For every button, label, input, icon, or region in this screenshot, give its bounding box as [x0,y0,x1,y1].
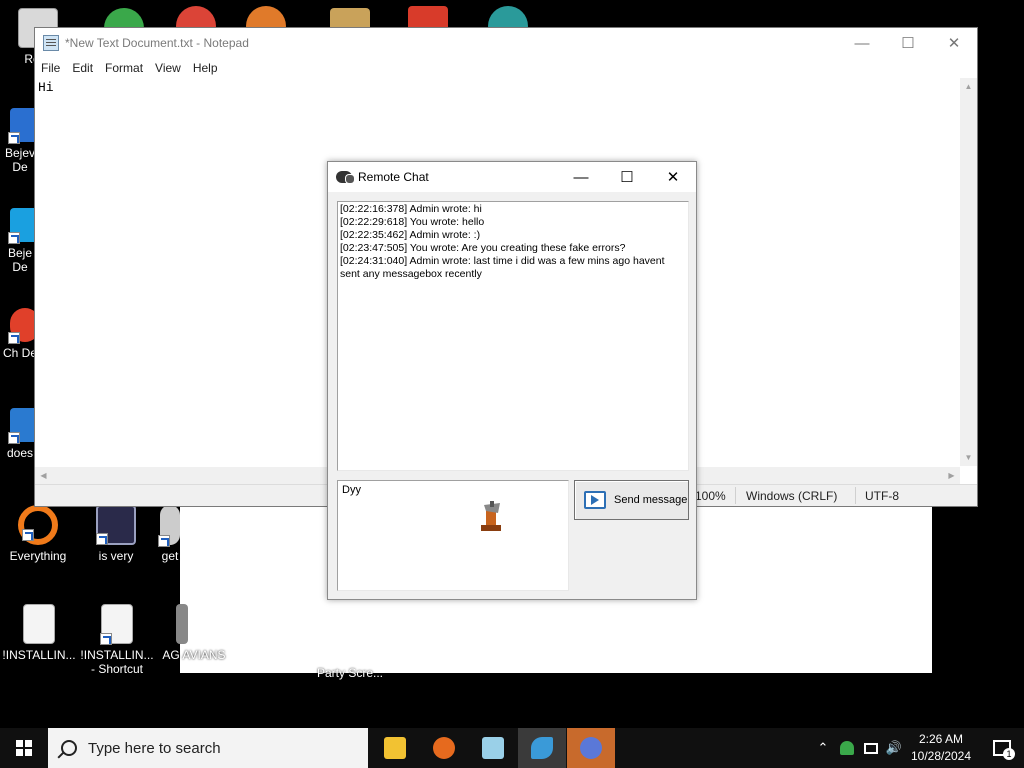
chat-message: [02:22:35:462] Admin wrote: :) [340,229,481,241]
desktop-icon-avians[interactable]: AG AVIANS [156,604,232,662]
network-icon [864,742,878,754]
chat-log[interactable]: [02:22:16:378] Admin wrote: hi [02:22:29… [337,201,689,471]
desktop-icon-label: Party Scre... [316,666,384,680]
tray-network-button[interactable] [860,728,882,768]
desktop-icon-label: !INSTALLIN... - Shortcut [80,648,154,676]
scroll-left-icon[interactable]: ◀ [35,467,52,484]
desktop-icon-everything[interactable]: Everything [0,505,76,563]
chat-title-bar[interactable]: Remote Chat — ☐ ✕ [328,162,696,192]
start-button[interactable] [0,728,48,768]
document-icon [100,604,133,645]
desktop-icon-label: !INSTALLIN... [2,648,76,662]
maximize-button[interactable]: ☐ [604,162,650,192]
taskbar-app-notepad[interactable] [469,728,517,768]
remote-app-icon [531,737,553,759]
clock-date: 10/28/2024 [910,749,972,763]
notepad-title-bar[interactable]: *New Text Document.txt - Notepad — ☐ ✕ [35,28,977,58]
vertical-scrollbar[interactable]: ▲ ▼ [960,78,977,466]
close-button[interactable]: ✕ [931,28,977,58]
taskbar-search-box[interactable]: Type here to search [48,728,368,768]
notepad-icon [482,737,504,759]
desktop-icon-label: get [161,549,179,563]
desktop-icon-label: is very [98,549,134,563]
app-icon [158,505,180,547]
status-zoom: 100% [695,489,726,503]
chevron-up-icon: ⌃ [817,740,829,755]
send-message-label: Send message [614,494,688,506]
send-message-button[interactable]: Send message [574,480,689,520]
desktop-icon-party-screen[interactable]: Party Scre... [312,666,388,680]
document-icon [23,604,55,644]
taskbar-app-remote[interactable] [518,728,566,768]
close-button[interactable]: ✕ [650,162,696,192]
windows-logo-icon [16,740,32,756]
menu-format[interactable]: Format [99,61,149,75]
search-icon [61,740,77,756]
app-icon [176,604,188,644]
chat-message: [02:22:16:378] Admin wrote: hi [340,203,482,215]
menu-file[interactable]: File [35,61,66,75]
taskbar-app-remote-chat[interactable] [567,728,615,768]
tray-volume-button[interactable]: 🔊 [884,728,904,768]
maximize-button[interactable]: ☐ [885,28,931,58]
taskbar-app-firefox[interactable] [420,728,468,768]
desktop-icon-label: AG AVIANS [162,648,226,662]
chat-message-input[interactable]: Dyy [337,480,569,591]
remote-chat-window[interactable]: Remote Chat — ☐ ✕ [02:22:16:378] Admin w… [327,161,697,600]
notepad-menu-bar: File Edit Format View Help [35,58,977,78]
clock-time: 2:26 AM [918,732,964,746]
chat-message: [02:22:29:618] You wrote: hello [340,216,485,228]
desktop-icon-get[interactable]: get [156,505,184,563]
menu-help[interactable]: Help [187,61,224,75]
menu-edit[interactable]: Edit [66,61,99,75]
file-explorer-icon [384,737,406,759]
remote-chat-icon [580,737,602,759]
desktop-icon-is-very[interactable]: is very [78,505,154,563]
minimize-button[interactable]: — [839,28,885,58]
scroll-right-icon[interactable]: ▶ [943,467,960,484]
action-center-button[interactable]: 1 [980,728,1024,768]
notepad-icon [43,35,59,51]
search-placeholder: Type here to search [88,739,221,757]
chat-message: [02:23:47:505] You wrote: Are you creati… [340,242,626,254]
shield-logo-icon [96,505,136,545]
volume-icon: 🔊 [885,740,903,755]
show-hidden-icons-button[interactable]: ⌃ [812,728,834,768]
firefox-icon [433,737,455,759]
notification-icon: 1 [993,740,1015,760]
cursor-icon [481,501,501,531]
tray-user-icon-button[interactable] [836,728,858,768]
send-arrow-icon [584,491,606,509]
taskbar: Type here to search ⌃ 🔊 2:26 AM 10/28/20… [0,728,1024,768]
chat-bubble-icon [336,171,355,184]
desktop-icon-installing[interactable]: !INSTALLIN... [1,604,77,662]
taskbar-app-file-explorer[interactable] [371,728,419,768]
minimize-button[interactable]: — [558,162,604,192]
chat-input-text: Dyy [342,484,361,496]
chat-message: [02:24:31:040] Admin wrote: last time i … [340,255,665,280]
taskbar-clock[interactable]: 2:26 AM 10/28/2024 [904,731,978,765]
chat-title: Remote Chat [358,170,429,184]
notification-count-badge: 1 [1003,748,1015,760]
status-line-ending: Windows (CRLF) [746,489,838,503]
menu-view[interactable]: View [149,61,187,75]
desktop-icon-label: Everything [9,549,67,563]
desktop-icon-installing-shortcut[interactable]: !INSTALLIN... - Shortcut [79,604,155,676]
status-encoding: UTF-8 [865,489,899,503]
notepad-title: *New Text Document.txt - Notepad [65,36,249,50]
scroll-down-icon[interactable]: ▼ [960,449,977,466]
user-icon [840,741,854,755]
scroll-up-icon[interactable]: ▲ [960,78,977,95]
everything-search-icon [18,505,58,545]
